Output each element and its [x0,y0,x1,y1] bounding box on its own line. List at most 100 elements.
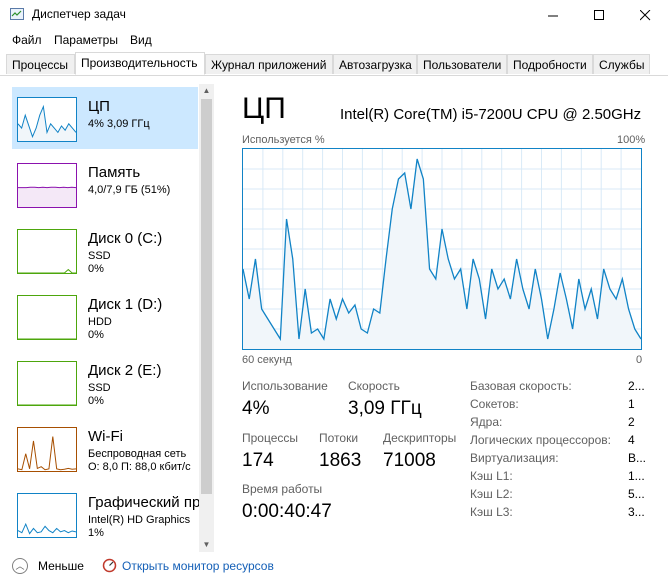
resource-list: ЦП 4% 3,09 ГГц Память 4,0/7,9 ГБ (51%) Д… [12,82,214,552]
memory-thumbnail [17,163,77,208]
handles-label: Дескрипторы [383,431,457,445]
menu-view[interactable]: Вид [130,33,152,47]
sidebar-item-label: Графический пр [88,494,201,511]
info-base-speed-value: 2... [628,379,645,393]
sidebar-item-label: Диск 2 (E:) [88,362,162,379]
sidebar-item-disk-1[interactable]: Диск 1 (D:) HDD 0% [12,285,198,347]
info-sockets-value: 1 [628,397,635,411]
cpu-usage-chart [242,149,642,349]
tab-processes[interactable]: Процессы [6,54,75,74]
info-l3-value: 3... [628,505,645,519]
sidebar-item-value: 1% [88,527,104,539]
chevron-up-icon[interactable]: ︿ [12,558,28,574]
resource-monitor-icon[interactable] [102,558,117,573]
processes-label: Процессы [242,431,299,445]
graph-max-label: 100% [617,134,646,146]
sidebar-item-label: Wi-Fi [88,428,123,445]
sidebar-item-detail: SSD [88,382,111,394]
speed-label: Скорость [348,379,400,393]
open-resource-monitor-link[interactable]: Открыть монитор ресурсов [122,559,274,573]
sidebar-item-disk-2[interactable]: Диск 2 (E:) SSD 0% [12,351,198,413]
sidebar-item-gpu[interactable]: Графический пр Intel(R) HD Graphics 1% [12,483,201,545]
info-l3-label: Кэш L3: [470,505,513,519]
sidebar-item-label: Диск 1 (D:) [88,296,163,313]
info-cores-label: Ядра: [470,415,503,429]
cpu-model: Intel(R) Core(TM) i5-7200U CPU @ 2.50GHz [340,106,642,123]
info-cores-value: 2 [628,415,635,429]
sidebar-item-wifi[interactable]: Wi-Fi Беспроводная сеть О: 8,0 П: 88,0 к… [12,417,198,479]
tab-startup[interactable]: Автозагрузка [333,54,417,74]
scroll-up-icon[interactable]: ▲ [199,84,214,98]
processes-value: 174 [242,450,274,471]
uptime-value: 0:00:40:47 [242,501,332,522]
info-virtualization-label: Виртуализация: [470,451,559,465]
cpu-thumbnail [17,97,77,142]
tab-details[interactable]: Подробности [507,54,593,74]
menu-file[interactable]: Файл [12,33,42,47]
speed-value: 3,09 ГГц [348,398,422,419]
disk-thumbnail [17,361,77,406]
info-l2-value: 5... [628,487,645,501]
fewer-details-button[interactable]: Меньше [38,559,84,573]
status-bar: ︿ Меньше Открыть монитор ресурсов [0,554,668,587]
graph-y-label: Используется % [242,134,325,146]
tab-app-history[interactable]: Журнал приложений [205,54,333,74]
wifi-thumbnail [17,427,77,472]
threads-label: Потоки [319,431,359,445]
graph-min-label: 0 [636,354,643,366]
sidebar-item-detail: HDD [88,316,112,328]
maximize-icon[interactable] [576,0,622,30]
sidebar-item-detail: Intel(R) HD Graphics [88,514,191,526]
close-icon[interactable] [622,0,668,30]
info-logical-value: 4 [628,433,635,447]
thumbnail-area [18,187,76,207]
sidebar-item-cpu[interactable]: ЦП 4% 3,09 ГГц [12,87,198,149]
sidebar-item-memory[interactable]: Память 4,0/7,9 ГБ (51%) [12,153,198,215]
info-logical-label: Логических процессоров: [470,433,611,447]
tab-services[interactable]: Службы [593,54,650,74]
scrollbar-thumb[interactable] [201,99,212,494]
sidebar-item-label: Диск 0 (C:) [88,230,163,247]
info-l1-label: Кэш L1: [470,469,513,483]
sidebar-item-detail: 4% 3,09 ГГц [88,118,150,130]
thumbnail-area [18,106,76,141]
info-virtualization-value: В... [628,451,647,465]
disk-thumbnail [17,295,77,340]
gpu-thumbnail [17,493,77,538]
sidebar-scrollbar[interactable]: ▲ ▼ [199,84,214,552]
window-title: Диспетчер задач [32,7,126,21]
menu-bar: Файл Параметры Вид [0,30,668,52]
graph-time-label: 60 секунд [242,354,292,366]
cpu-usage-graph [242,148,642,350]
info-base-speed-label: Базовая скорость: [470,379,572,393]
handles-value: 71008 [383,450,436,471]
disk-thumbnail [17,229,77,274]
scroll-down-icon[interactable]: ▼ [199,538,214,552]
minimize-icon[interactable] [530,0,576,30]
info-sockets-label: Сокетов: [470,397,519,411]
sidebar-item-value: 0% [88,329,104,341]
usage-label: Использование [242,379,328,393]
sidebar-item-label: ЦП [88,98,110,115]
uptime-label: Время работы [242,482,323,496]
info-l2-label: Кэш L2: [470,487,513,501]
tab-performance[interactable]: Производительность [75,52,205,75]
thumbnail-area [18,436,76,471]
usage-value: 4% [242,398,270,419]
info-l1-value: 1... [628,469,645,483]
title-bar: Диспетчер задач [0,0,668,30]
task-manager-icon [10,8,24,20]
sidebar-item-value: О: 8,0 П: 88,0 кбит/с [88,461,191,473]
sidebar-item-detail: 4,0/7,9 ГБ (51%) [88,184,171,196]
sidebar-item-value: 0% [88,263,104,275]
sidebar-item-label: Память [88,164,141,181]
sidebar-item-value: 0% [88,395,104,407]
sidebar-item-disk-0[interactable]: Диск 0 (C:) SSD 0% [12,219,198,281]
menu-options[interactable]: Параметры [54,33,118,47]
threads-value: 1863 [319,450,362,471]
sidebar-item-detail: SSD [88,250,111,262]
tab-strip: Процессы Производительность Журнал прило… [0,52,668,76]
sidebar-item-detail: Беспроводная сеть [88,448,187,460]
page-title: ЦП [242,92,286,125]
tab-users[interactable]: Пользователи [417,54,507,74]
